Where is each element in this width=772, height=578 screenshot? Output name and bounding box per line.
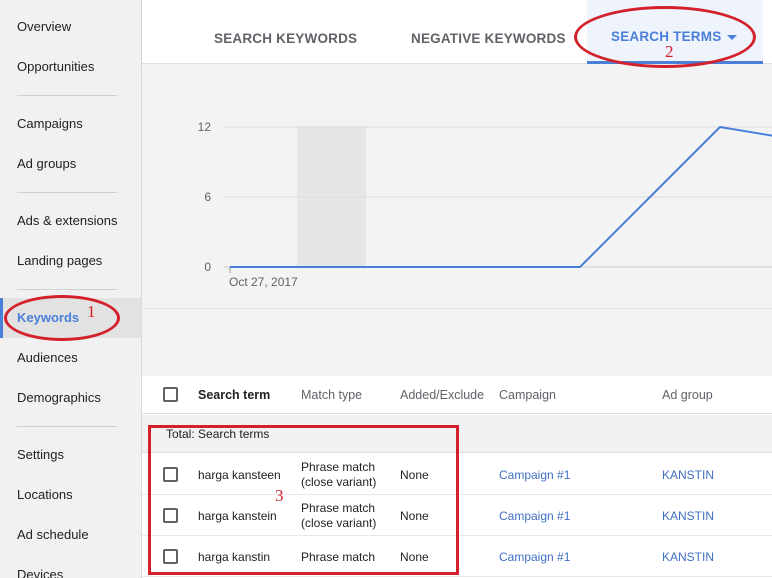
annotation-number-2: 2: [665, 42, 674, 61]
sidebar-item-ads-extensions[interactable]: Ads & extensions: [0, 201, 141, 241]
ad-group-link[interactable]: KANSTIN: [662, 468, 714, 482]
header-ad-group[interactable]: Ad group: [662, 376, 713, 414]
campaign-link[interactable]: Campaign #1: [499, 550, 570, 564]
sidebar-divider: [17, 426, 117, 427]
tab-search-keywords[interactable]: SEARCH KEYWORDS: [214, 0, 357, 64]
header-campaign[interactable]: Campaign: [499, 376, 556, 414]
table-header: Search term Match type Added/Excluded Ca…: [142, 376, 772, 414]
annotation-number-3: 3: [275, 486, 284, 505]
chart-footer-space: [142, 308, 772, 376]
sidebar-divider: [17, 289, 117, 290]
y-tick-label: 6: [204, 190, 211, 204]
annotation-number-1: 1: [87, 302, 96, 321]
chart-svg: 12 6 0 Oct 27, 2017: [198, 120, 772, 289]
sidebar-item-ad-schedule[interactable]: Ad schedule: [0, 515, 141, 555]
sidebar-divider: [17, 95, 117, 96]
y-tick-label: 0: [204, 260, 211, 274]
header-match-type[interactable]: Match type: [301, 376, 362, 414]
header-search-term[interactable]: Search term: [198, 376, 270, 414]
sidebar-item-locations[interactable]: Locations: [0, 475, 141, 515]
sidebar-item-audiences[interactable]: Audiences: [0, 338, 141, 378]
sidebar-item-campaigns[interactable]: Campaigns: [0, 104, 141, 144]
sidebar-item-demographics[interactable]: Demographics: [0, 378, 141, 418]
ad-group-link[interactable]: KANSTIN: [662, 550, 714, 564]
performance-chart: 12 6 0 Oct 27, 2017: [142, 65, 772, 308]
sidebar-item-landing-pages[interactable]: Landing pages: [0, 241, 141, 281]
sidebar-item-ad-groups[interactable]: Ad groups: [0, 144, 141, 184]
annotation-box-search-terms: [148, 425, 459, 575]
ad-group-link[interactable]: KANSTIN: [662, 509, 714, 523]
y-tick-label: 12: [198, 120, 212, 134]
tab-negative-keywords[interactable]: NEGATIVE KEYWORDS: [411, 0, 566, 64]
sidebar-divider: [17, 192, 117, 193]
sidebar-item-opportunities[interactable]: Opportunities: [0, 47, 141, 87]
sidebar-item-settings[interactable]: Settings: [0, 435, 141, 475]
sidebar-item-devices[interactable]: Devices: [0, 555, 141, 578]
select-all-checkbox[interactable]: [163, 387, 178, 402]
sidebar-nav: Overview Opportunities Campaigns Ad grou…: [0, 0, 142, 578]
annotation-ring-keywords: [4, 295, 120, 341]
campaign-link[interactable]: Campaign #1: [499, 509, 570, 523]
sidebar-item-overview[interactable]: Overview: [0, 7, 141, 47]
x-tick-label: Oct 27, 2017: [229, 275, 298, 289]
header-added-excluded[interactable]: Added/Excluded: [400, 376, 484, 414]
campaign-link[interactable]: Campaign #1: [499, 468, 570, 482]
